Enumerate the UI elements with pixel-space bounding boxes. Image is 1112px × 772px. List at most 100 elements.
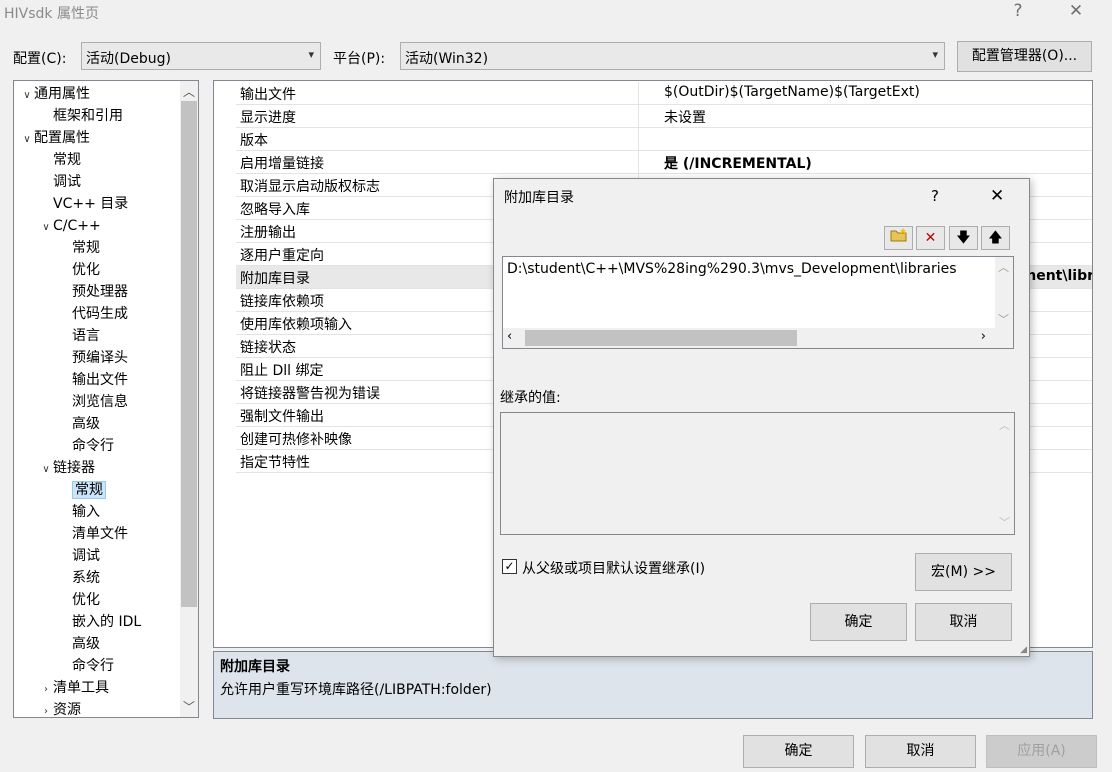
- chevron-down-icon[interactable]: ∨: [20, 85, 34, 107]
- tree-item[interactable]: 常规: [39, 149, 81, 171]
- delete-icon[interactable]: ✕: [916, 226, 945, 250]
- tree-item[interactable]: › 资源: [39, 699, 81, 721]
- column-separator: [638, 105, 639, 127]
- property-row[interactable]: 启用增量链接 是 (/INCREMENTAL): [236, 151, 1092, 174]
- tree-item[interactable]: 预处理器: [58, 281, 128, 303]
- scroll-up-icon: ︿: [999, 419, 1010, 432]
- tree-item[interactable]: 优化: [58, 259, 100, 281]
- platform-select[interactable]: 活动(Win32) ▾: [400, 42, 945, 70]
- apply-button[interactable]: 应用(A): [986, 735, 1097, 768]
- inherit-checkbox-label[interactable]: 从父级或项目默认设置继承(I): [522, 558, 705, 578]
- tree-item[interactable]: 优化: [58, 589, 100, 611]
- tree-item[interactable]: 系统: [58, 567, 100, 589]
- property-name: 将链接器警告视为错误: [240, 386, 380, 402]
- config-manager-button[interactable]: 配置管理器(O)...: [957, 41, 1092, 72]
- property-row[interactable]: 版本: [236, 128, 1092, 151]
- tree-item-label: 框架和引用: [53, 108, 123, 124]
- ok-button[interactable]: 确定: [743, 735, 854, 768]
- tree-item[interactable]: 预编译头: [58, 347, 128, 369]
- tree-item[interactable]: 嵌入的 IDL: [58, 611, 141, 633]
- dialog-ok-button[interactable]: 确定: [810, 603, 907, 641]
- property-name: 启用增量链接: [240, 156, 324, 172]
- help-button[interactable]: ?: [998, 0, 1038, 24]
- move-down-icon[interactable]: 🡇: [949, 226, 978, 250]
- scroll-up-icon[interactable]: ︿: [180, 83, 198, 100]
- tree-item-label: 清单工具: [53, 680, 109, 696]
- tree-item[interactable]: 常规: [58, 479, 106, 501]
- property-value[interactable]: 是 (/INCREMENTAL): [664, 153, 812, 173]
- scroll-right-icon[interactable]: ›: [981, 329, 986, 344]
- hscroll-thumb[interactable]: [525, 330, 797, 346]
- tree-item[interactable]: 高级: [58, 413, 100, 435]
- tree-item[interactable]: 调试: [58, 545, 100, 567]
- chevron-right-icon[interactable]: ›: [39, 679, 53, 701]
- property-row[interactable]: 显示进度 未设置: [236, 105, 1092, 128]
- property-name: 阻止 Dll 绑定: [240, 363, 324, 379]
- directory-list[interactable]: D:\student\C++\MVS%28ing%290.3\mvs_Devel…: [502, 256, 1014, 349]
- list-hscrollbar[interactable]: ‹ ›: [503, 328, 1013, 348]
- property-row[interactable]: 输出文件 $(OutDir)$(TargetName)$(TargetExt): [236, 82, 1092, 105]
- property-name: 指定节特性: [240, 455, 310, 471]
- dialog-close-button[interactable]: ✕: [990, 186, 1004, 206]
- tree-item-label: 命令行: [72, 658, 114, 674]
- inherit-checkbox[interactable]: ✓: [502, 559, 517, 574]
- description-title: 附加库目录: [220, 659, 290, 675]
- chevron-down-icon[interactable]: ∨: [39, 217, 53, 239]
- tree-item[interactable]: 命令行: [58, 435, 114, 457]
- property-value[interactable]: $(OutDir)$(TargetName)$(TargetExt): [664, 84, 920, 100]
- property-name: 忽略导入库: [240, 202, 310, 218]
- property-value[interactable]: 未设置: [664, 107, 706, 127]
- tree-item[interactable]: ∨ 通用属性: [20, 83, 90, 105]
- tree-item-label: 预编译头: [72, 350, 128, 366]
- tree-item[interactable]: 框架和引用: [39, 105, 123, 127]
- scroll-left-icon[interactable]: ‹: [507, 329, 512, 344]
- tree-item[interactable]: 代码生成: [58, 303, 128, 325]
- chevron-down-icon[interactable]: ∨: [39, 459, 53, 481]
- tree-item[interactable]: 高级: [58, 633, 100, 655]
- new-folder-icon[interactable]: [884, 226, 913, 250]
- macro-button[interactable]: 宏(M) >>: [915, 553, 1012, 591]
- tree-item-label: 预处理器: [72, 284, 128, 300]
- title-bar: HIVsdk 属性页 ? ✕: [0, 0, 1112, 24]
- tree-item-label: 常规: [72, 240, 100, 256]
- scroll-thumb[interactable]: [181, 101, 197, 607]
- tree-item[interactable]: 清单文件: [58, 523, 128, 545]
- tree-item[interactable]: 语言: [58, 325, 100, 347]
- tree-item[interactable]: 浏览信息: [58, 391, 128, 413]
- tree-item[interactable]: 调试: [39, 171, 81, 193]
- dialog-help-button[interactable]: ?: [931, 187, 939, 205]
- scroll-down-icon[interactable]: ﹀: [180, 698, 198, 715]
- tree-item[interactable]: 常规: [58, 237, 100, 259]
- tree-item[interactable]: 输出文件: [58, 369, 128, 391]
- dialog-cancel-button[interactable]: 取消: [915, 603, 1012, 641]
- scroll-up-icon[interactable]: ︿: [998, 259, 1009, 275]
- directory-entry[interactable]: D:\student\C++\MVS%28ing%290.3\mvs_Devel…: [507, 261, 957, 277]
- config-select[interactable]: 活动(Debug) ▾: [81, 42, 321, 70]
- tree-item[interactable]: ∨ C/C++: [39, 215, 101, 239]
- tree-item[interactable]: 命令行: [58, 655, 114, 677]
- tree-item-label: C/C++: [53, 218, 101, 234]
- scroll-down-icon[interactable]: ﹀: [998, 311, 1009, 327]
- property-tree[interactable]: ∨ 通用属性 框架和引用 ∨ 配置属性 常规 调试 VC++ 目录 ∨ C/C++ 常规 优化 预处理器…: [13, 80, 199, 718]
- cancel-button[interactable]: 取消: [865, 735, 976, 768]
- chevron-right-icon[interactable]: ›: [39, 701, 53, 723]
- scroll-down-icon: ﹀: [999, 516, 1010, 529]
- move-up-icon[interactable]: 🡅: [981, 226, 1010, 250]
- tree-item[interactable]: VC++ 目录: [39, 193, 128, 215]
- tree-scrollbar[interactable]: ︿ ﹀: [180, 81, 198, 717]
- tree-item[interactable]: ∨ 配置属性: [20, 127, 90, 149]
- tree-item-label: 常规: [72, 481, 106, 499]
- tree-item-label: 调试: [53, 174, 81, 190]
- tree-item[interactable]: 输入: [58, 501, 100, 523]
- tree-item[interactable]: › 清单工具: [39, 677, 109, 699]
- chevron-down-icon[interactable]: ∨: [20, 129, 34, 151]
- tree-item[interactable]: ∨ 链接器: [39, 457, 95, 479]
- tree-item-label: 浏览信息: [72, 394, 128, 410]
- tree-item-label: 通用属性: [34, 86, 90, 102]
- window-title: HIVsdk 属性页: [4, 6, 99, 22]
- resize-grip-icon[interactable]: ◢: [1020, 645, 1027, 655]
- close-button[interactable]: ✕: [1056, 0, 1096, 24]
- property-value[interactable]: nent\libr: [1026, 268, 1092, 284]
- chevron-down-icon: ▾: [932, 48, 938, 61]
- list-vscrollbar[interactable]: ︿ ﹀: [995, 257, 1013, 329]
